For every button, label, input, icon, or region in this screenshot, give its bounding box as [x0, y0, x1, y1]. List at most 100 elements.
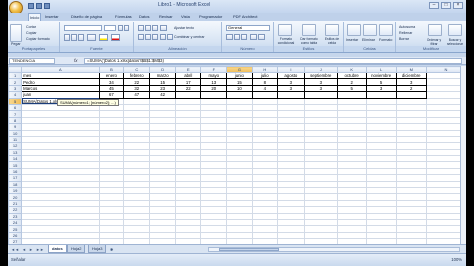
italic-icon[interactable] [71, 34, 77, 41]
increase-decimal-icon[interactable] [250, 34, 257, 40]
decrease-indent-icon[interactable] [160, 34, 166, 40]
group-editing: Autosuma Rellenar Borrar Ordenar y filtr… [396, 22, 466, 52]
ribbon: Pegar Cortar Copiar Copiar formato Porta… [8, 21, 466, 53]
shrink-font-icon[interactable] [124, 25, 129, 31]
group-label: Estilos [274, 46, 343, 52]
cut-button[interactable]: Cortar [26, 25, 36, 29]
next-sheet-icon[interactable]: ► [29, 247, 33, 252]
tab-revisar[interactable]: Revisar [158, 13, 174, 21]
save-icon[interactable] [28, 3, 34, 9]
group-number: General Número [222, 22, 274, 52]
merge-center-button[interactable]: Combinar y centrar [174, 35, 205, 39]
redo-icon[interactable] [44, 3, 50, 9]
currency-icon[interactable] [226, 34, 233, 40]
tab-insertar[interactable]: Insertar [44, 13, 60, 21]
tab-inicio[interactable]: Inicio [28, 13, 42, 21]
number-format-combo[interactable]: General [226, 25, 270, 31]
format-cells-label: Formato [379, 38, 393, 42]
last-sheet-icon[interactable]: ►► [36, 247, 44, 252]
prev-sheet-icon[interactable]: ◄ [22, 247, 26, 252]
find-select-icon[interactable] [448, 24, 462, 36]
sheet-table: ABCDEFGHIJKLMN 1 mes enero febrero marzo abri… [8, 66, 466, 244]
underline-icon[interactable] [78, 34, 84, 41]
group-clipboard: Pegar Cortar Copiar Copiar formato Porta… [8, 22, 60, 52]
find-select-label: Buscar y seleccionar [446, 38, 464, 46]
conditional-format-label: Formato condicional [277, 37, 295, 45]
align-top-icon[interactable] [138, 25, 144, 31]
decrease-decimal-icon[interactable] [258, 34, 265, 40]
status-mode: Señalar [11, 257, 26, 262]
title-bar: Libro1 - Microsoft Excel – □ × [8, 0, 466, 15]
ribbon-tabs: Inicio Insertar Diseño de página Fórmula… [8, 13, 466, 21]
borders-icon[interactable] [87, 34, 96, 41]
window-title: Libro1 - Microsoft Excel [158, 2, 211, 8]
align-right-icon[interactable] [152, 34, 158, 40]
tab-diseno-pagina[interactable]: Diseño de página [70, 13, 103, 21]
formula-bar: TENDENCIA fx =SUMA('[Datos 1.xlsx]datos'… [8, 57, 466, 65]
sheet-tab-datos[interactable]: datos [48, 245, 67, 253]
align-middle-icon[interactable] [145, 25, 151, 31]
scroll-thumb[interactable] [219, 248, 279, 251]
delete-cells-label: Eliminar [362, 38, 375, 42]
percent-icon[interactable] [234, 34, 240, 40]
group-label: Número [222, 46, 273, 52]
sort-filter-icon[interactable] [428, 24, 442, 36]
horizontal-scrollbar[interactable] [208, 247, 460, 252]
bold-icon[interactable] [64, 34, 70, 41]
align-left-icon[interactable] [138, 34, 144, 40]
vertical-scrollbar[interactable] [460, 66, 466, 244]
group-label: Fuente [60, 46, 133, 52]
tab-programador[interactable]: Programador [198, 13, 223, 21]
tab-vista[interactable]: Vista [180, 13, 191, 21]
undo-icon[interactable] [36, 3, 42, 9]
sheet-tab-hoja3[interactable]: Hoja3 [88, 245, 107, 253]
wrap-text-button[interactable]: Ajustar texto [174, 26, 194, 30]
sort-filter-label: Ordenar y filtrar [426, 38, 442, 46]
comma-style-icon[interactable] [241, 34, 247, 40]
grow-font-icon[interactable] [118, 25, 123, 31]
format-cells-icon[interactable] [379, 24, 393, 36]
spreadsheet-grid[interactable]: ABCDEFGHIJKLMN 1 mes enero febrero marzo abri… [8, 66, 466, 244]
autosum-button[interactable]: Autosuma [399, 25, 415, 29]
insert-sheet-icon[interactable]: ✱ [110, 247, 113, 252]
minimize-button[interactable]: – [429, 2, 439, 9]
sheet-tab-hoja2[interactable]: Hoja2 [67, 245, 86, 253]
format-as-table-label: Dar formato como tabla [300, 37, 318, 45]
format-painter-button[interactable]: Copiar formato [26, 37, 50, 41]
format-as-table-icon[interactable] [302, 24, 316, 36]
function-tooltip: SUMA(número1; [número2]; ...) [57, 99, 119, 106]
align-center-icon[interactable] [145, 34, 151, 40]
insert-cells-icon[interactable] [347, 24, 361, 36]
tab-datos[interactable]: Datos [138, 13, 150, 21]
group-label: Alineación [134, 46, 221, 52]
delete-cells-icon[interactable] [363, 24, 377, 36]
increase-indent-icon[interactable] [167, 34, 173, 40]
group-label: Portapapeles [8, 46, 59, 52]
align-bottom-icon[interactable] [152, 25, 158, 31]
paste-icon[interactable] [10, 24, 22, 42]
cell-styles-icon[interactable] [325, 24, 339, 36]
close-button[interactable]: × [453, 2, 463, 9]
group-font: Fuente [60, 22, 134, 52]
tab-pdf-architect[interactable]: PDF Architect [232, 13, 258, 21]
font-size-combo[interactable] [104, 25, 116, 31]
font-name-combo[interactable] [64, 25, 102, 31]
group-label: Celdas [344, 46, 395, 52]
first-sheet-icon[interactable]: ◄◄ [11, 247, 19, 252]
formula-input[interactable]: =SUMA('[Datos 1.xlsx]datos'!$B$1:$M$3) [84, 58, 462, 64]
name-box[interactable]: TENDENCIA [9, 58, 55, 64]
insert-cells-label: Insertar [346, 38, 359, 42]
group-label: Modificar [396, 46, 466, 52]
fill-color-icon[interactable] [99, 34, 108, 41]
tab-formulas[interactable]: Fórmulas [114, 13, 133, 21]
conditional-format-icon[interactable] [278, 24, 292, 36]
maximize-button[interactable]: □ [441, 2, 451, 9]
clear-button[interactable]: Borrar [399, 37, 409, 41]
fill-button[interactable]: Rellenar [399, 31, 412, 35]
insert-function-button[interactable]: fx [74, 58, 78, 63]
zoom-level[interactable]: 100% [451, 257, 462, 262]
font-color-icon[interactable] [111, 34, 120, 41]
copy-button[interactable]: Copiar [26, 31, 37, 35]
orientation-icon[interactable] [160, 25, 167, 31]
group-alignment: Ajustar texto Combinar y centrar Alineac… [134, 22, 222, 52]
